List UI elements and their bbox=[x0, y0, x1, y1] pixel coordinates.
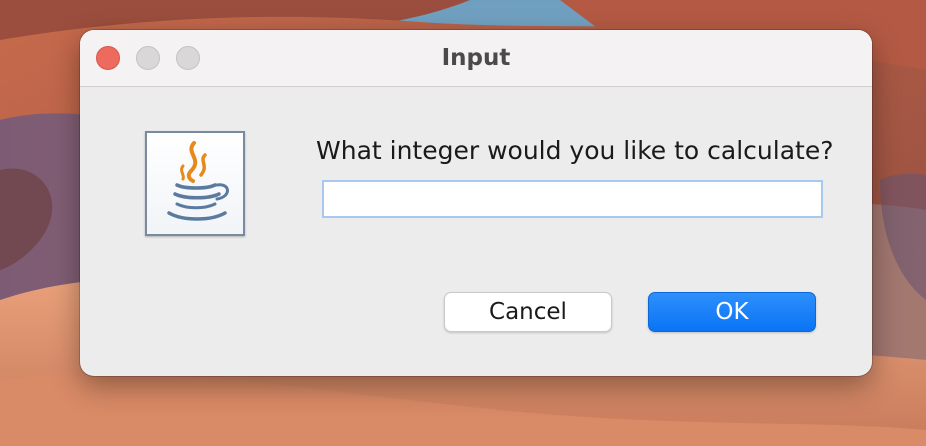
ok-button[interactable]: OK bbox=[648, 292, 816, 332]
title-bar: Input bbox=[80, 30, 872, 87]
dialog-title: Input bbox=[441, 45, 511, 71]
prompt-message: What integer would you like to calculate… bbox=[316, 136, 834, 165]
integer-input-field[interactable] bbox=[322, 180, 823, 218]
cancel-button[interactable]: Cancel bbox=[444, 292, 612, 332]
input-dialog: Input What integer would you like to cal… bbox=[80, 30, 872, 376]
java-coffee-cup-icon bbox=[145, 131, 245, 236]
